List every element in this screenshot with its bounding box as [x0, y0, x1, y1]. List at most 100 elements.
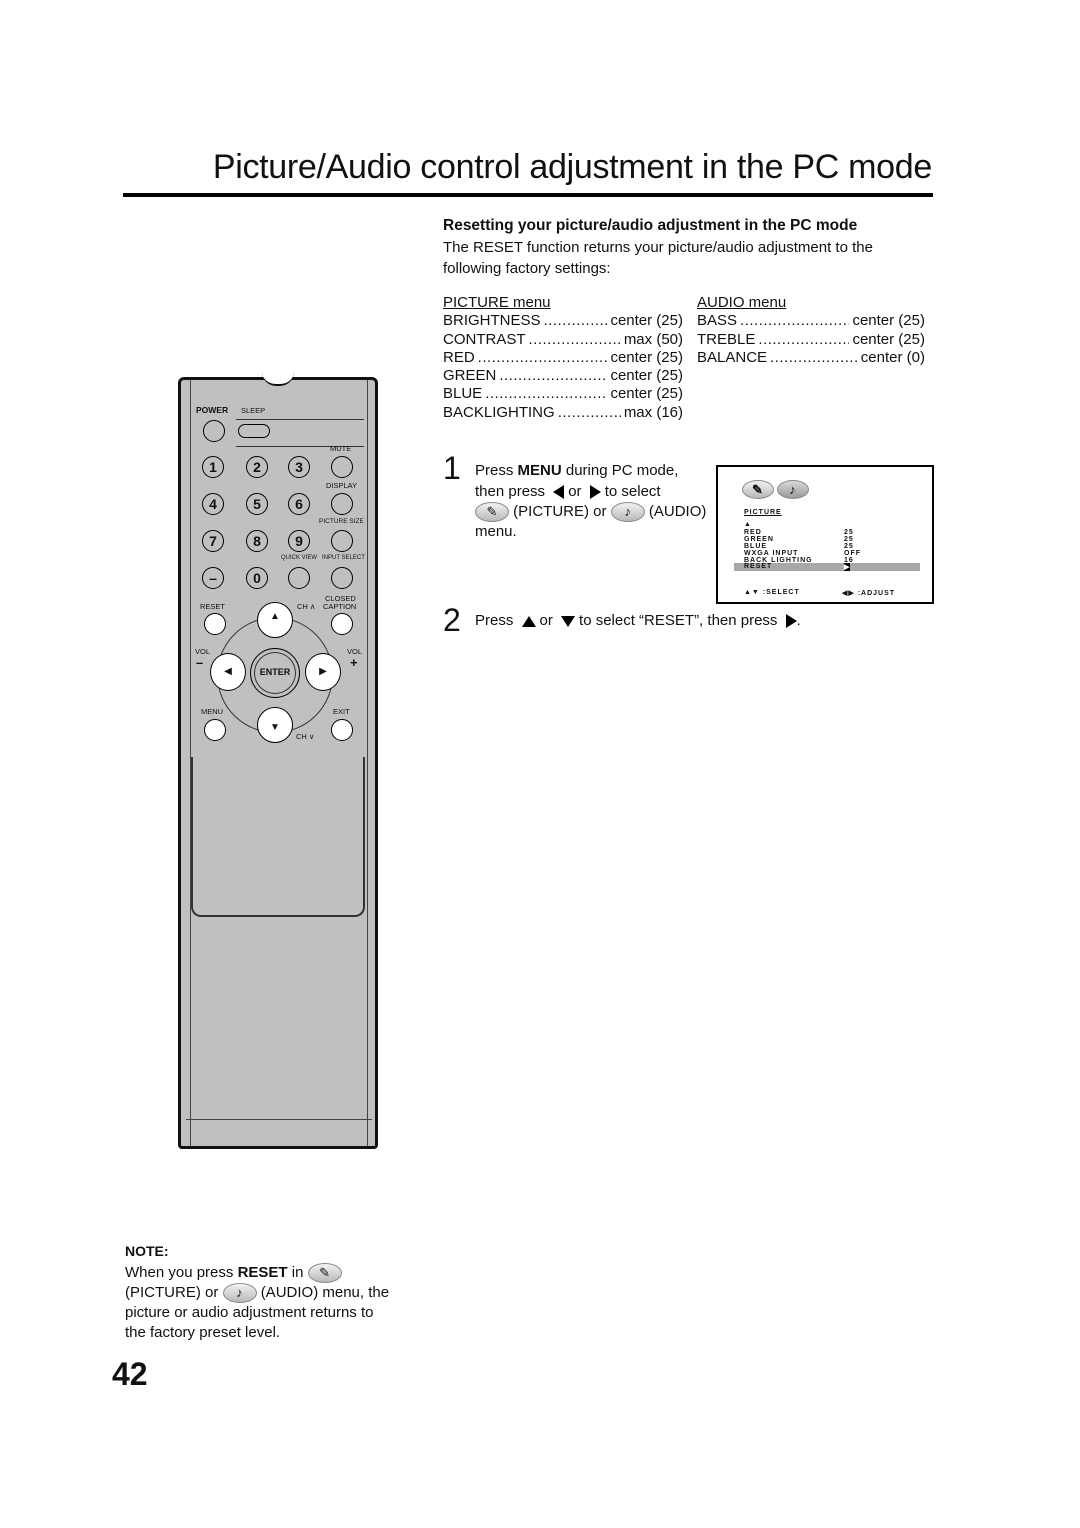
- audio-menu-header: AUDIO menu: [697, 294, 787, 311]
- osd-row-name: BLUE: [744, 543, 768, 550]
- ch-down-label: CH ∨: [296, 732, 315, 741]
- step-text: .: [796, 612, 801, 629]
- digit-6-button[interactable]: 6: [288, 493, 310, 515]
- quick-view-label: QUICK VIEW: [281, 555, 318, 561]
- reset-label: RESET: [200, 602, 226, 611]
- reset-button[interactable]: [204, 613, 226, 635]
- step-text: (PICTURE) or: [513, 503, 607, 520]
- digit-1-button[interactable]: 1: [202, 456, 224, 478]
- picture-icon: ✎: [742, 480, 774, 499]
- sleep-button[interactable]: [238, 424, 270, 438]
- note-text: in: [287, 1264, 304, 1281]
- digit-0-button[interactable]: 0: [246, 567, 268, 589]
- picture-icon: ✎: [475, 502, 509, 523]
- osd-row-name: WXGA INPUT: [744, 550, 799, 557]
- note-body: When you press RESET in ✎ (PICTURE) or ♪…: [125, 1263, 390, 1343]
- down-arrow-icon: [561, 615, 576, 627]
- setting-row: BASS center (25): [697, 312, 925, 330]
- display-button[interactable]: [331, 493, 353, 515]
- enter-button[interactable]: ENTER: [250, 648, 300, 698]
- section-intro: The RESET function returns your picture/…: [443, 239, 873, 277]
- vol-up-button[interactable]: ▶: [305, 653, 341, 691]
- osd-row-value: ▶: [844, 563, 851, 571]
- digit-9-button[interactable]: 9: [288, 530, 310, 552]
- setting-name: RED: [443, 348, 475, 366]
- remote-bottom-line: [186, 1119, 372, 1120]
- quick-view-button[interactable]: [288, 567, 310, 589]
- digit-4-button[interactable]: 4: [202, 493, 224, 515]
- power-button[interactable]: [203, 420, 225, 442]
- step-text: Press: [475, 462, 518, 479]
- ch-down-button[interactable]: ▼: [257, 707, 293, 743]
- osd-row-name: RED: [744, 529, 762, 536]
- digit-8-button[interactable]: 8: [246, 530, 268, 552]
- closed-caption-button[interactable]: [331, 613, 353, 635]
- step-text: menu.: [475, 523, 517, 541]
- setting-value: center (25): [610, 367, 683, 385]
- picture-menu-defaults: PICTURE menu BRIGHTNESS center (25) CONTR…: [443, 294, 683, 422]
- setting-name: BACKLIGHTING: [443, 403, 555, 421]
- setting-row: BACKLIGHTING max (16): [443, 404, 683, 422]
- menu-button[interactable]: [204, 719, 226, 741]
- dash-button[interactable]: –: [202, 567, 224, 589]
- osd-row: RED 25: [744, 529, 934, 536]
- exit-button[interactable]: [331, 719, 353, 741]
- osd-row-value: OFF: [844, 550, 861, 557]
- step-text: Press: [475, 612, 514, 629]
- audio-icon: ♪: [610, 502, 645, 523]
- setting-row: CONTRAST max (50): [443, 331, 683, 349]
- remote-battery-cover: [191, 757, 365, 917]
- digit-3-button[interactable]: 3: [288, 456, 310, 478]
- reset-key-label: RESET: [237, 1264, 288, 1281]
- vol-down-button[interactable]: ◀: [210, 653, 246, 691]
- setting-name: TREBLE: [697, 330, 756, 348]
- page-number: 42: [112, 1356, 148, 1392]
- picture-menu-header: PICTURE menu: [443, 294, 551, 311]
- audio-icon: ♪: [776, 480, 809, 499]
- input-select-label: INPUT SELECT: [322, 555, 365, 561]
- section-heading: Resetting your picture/audio adjustment …: [443, 217, 858, 234]
- setting-value: center (25): [852, 330, 925, 348]
- osd-row-name: GREEN: [744, 536, 774, 543]
- right-arrow-icon: [785, 614, 797, 629]
- digit-7-button[interactable]: 7: [202, 530, 224, 552]
- osd-row-value: 25: [844, 529, 854, 536]
- setting-row: BLUE center (25): [443, 385, 683, 403]
- title-divider: [123, 193, 933, 197]
- caption-label: CAPTION: [323, 602, 357, 611]
- step-text: to select “RESET”, then press: [579, 612, 778, 629]
- input-select-button[interactable]: [331, 567, 353, 589]
- setting-name: BLUE: [443, 385, 483, 403]
- display-label: DISPLAY: [326, 481, 358, 490]
- scroll-up-icon: ▲: [744, 521, 752, 528]
- picture-size-button[interactable]: [331, 530, 353, 552]
- power-label: POWER: [196, 405, 229, 415]
- up-arrow-icon: [521, 615, 536, 627]
- digit-2-button[interactable]: 2: [246, 456, 268, 478]
- step-text: or: [539, 612, 553, 629]
- picture-size-label: PICTURE SIZE: [319, 518, 364, 525]
- setting-row: GREEN center (25): [443, 367, 683, 385]
- osd-footer-adjust: ◀▶ :ADJUST: [842, 590, 896, 597]
- setting-name: BASS: [697, 312, 738, 330]
- step-2-number: 2: [443, 602, 461, 638]
- step-1-text: Press MENU during PC mode, then press or…: [475, 461, 715, 541]
- note-text: (PICTURE) or: [125, 1284, 219, 1302]
- digit-5-button[interactable]: 5: [246, 493, 268, 515]
- osd-menu-screen: ✎ ♪ PICTURE ▲ RED 25 GREEN 25 BLUE 25 WXGA …: [716, 465, 934, 604]
- ch-up-label: CH ∧: [297, 602, 316, 611]
- setting-name: GREEN: [443, 367, 497, 385]
- setting-value: center (25): [610, 312, 683, 330]
- mute-button[interactable]: [331, 456, 353, 478]
- ch-up-button[interactable]: ▲: [257, 602, 293, 638]
- picture-icon: ✎: [307, 1263, 342, 1284]
- vol-plus-label: +: [350, 655, 358, 670]
- mute-label: MUTE: [330, 444, 352, 453]
- step-text: (AUDIO): [648, 503, 707, 520]
- osd-row-name: RESET: [744, 563, 773, 570]
- page-title: Picture/Audio control adjustment in the …: [212, 148, 932, 186]
- setting-value: max (50): [623, 330, 683, 348]
- setting-row: BALANCE center (0): [697, 349, 925, 367]
- audio-menu-defaults: AUDIO menu BASS center (25) TREBLE center …: [697, 294, 925, 367]
- setting-value: center (25): [852, 312, 925, 330]
